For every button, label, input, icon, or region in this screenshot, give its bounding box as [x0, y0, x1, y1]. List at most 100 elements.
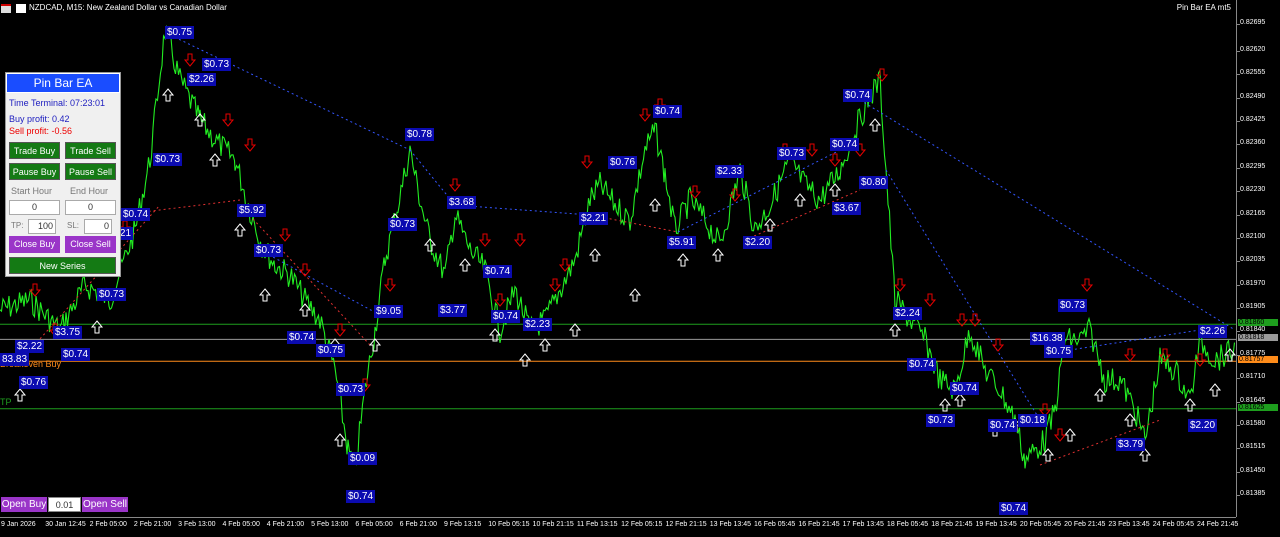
buy-arrow-icon [628, 288, 642, 302]
trade-profit-label: $0.74 [907, 358, 937, 371]
sell-arrow-icon [991, 338, 1005, 352]
buy-arrow-icon [711, 248, 725, 262]
price-tick-label: 0.82555 [1240, 69, 1266, 77]
sell-arrow-icon [183, 53, 197, 67]
trade-profit-label: $3.79 [1116, 438, 1146, 451]
open-sell-button[interactable]: Open Sell [82, 497, 128, 512]
time-tick-label: 17 Feb 13:45 [842, 521, 884, 528]
sell-arrow-icon [333, 323, 347, 337]
time-tick-label: 6 Feb 05:00 [355, 521, 393, 528]
buy-arrow-icon [333, 433, 347, 447]
close-buy-button[interactable]: Close Buy [9, 236, 60, 253]
buy-arrow-icon [1093, 388, 1107, 402]
trade-profit-label: $2.26 [187, 73, 217, 86]
trade-profit-label: $0.73 [388, 218, 418, 231]
trade-profit-label: $0.74 [843, 89, 873, 102]
trade-profit-label: $0.76 [19, 376, 49, 389]
buy-arrow-icon [161, 88, 175, 102]
trade-sell-button[interactable]: Trade Sell [65, 142, 116, 159]
trade-profit-label: $0.74 [61, 348, 91, 361]
end-hour-input[interactable]: 0 [65, 200, 116, 215]
price-series-line [0, 25, 1236, 469]
buy-arrow-icon [233, 223, 247, 237]
trade-profit-label: $0.73 [777, 147, 807, 160]
pause-sell-button[interactable]: Pause Sell [65, 163, 116, 180]
new-series-button[interactable]: New Series [9, 257, 116, 274]
trade-profit-label: $2.33 [715, 165, 745, 178]
ea-control-panel: Pin Bar EA Time Terminal: 07:23:01 Buy p… [5, 72, 121, 277]
price-tick-label: 0.82695 [1240, 19, 1266, 26]
trade-profit-label: $16.38 [1030, 332, 1065, 345]
tp-input[interactable]: 100 [28, 219, 56, 234]
close-sell-button[interactable]: Close Sell [65, 236, 116, 253]
sell-arrow-icon [448, 178, 462, 192]
pause-buy-button[interactable]: Pause Buy [9, 163, 60, 180]
buy-arrow-icon [763, 218, 777, 232]
time-tick-label: 12 Feb 21:15 [665, 521, 707, 528]
price-tick-label: 0.82035 [1240, 256, 1266, 264]
horizontal-line-label: TP [0, 397, 12, 407]
price-tick-label: 0.81840 [1240, 326, 1266, 334]
open-buy-button[interactable]: Open Buy [1, 497, 47, 512]
buy-arrow-icon [793, 193, 807, 207]
sl-label: SL: [67, 221, 80, 230]
buy-arrow-icon [953, 393, 967, 407]
time-tick-label: 20 Feb 21:45 [1064, 521, 1106, 528]
trade-profit-label: $2.23 [523, 318, 553, 331]
buy-profit-text: Buy profit: 0.42 [9, 114, 70, 124]
time-terminal-text: Time Terminal: 07:23:01 [9, 98, 106, 108]
time-tick-label: 2 Feb 21:00 [133, 521, 172, 528]
trade-connection-line [859, 99, 1236, 331]
trade-profit-label: $0.74 [121, 208, 151, 221]
price-tag: 0.81757 [1238, 356, 1278, 364]
price-tick-label: 0.82100 [1240, 232, 1266, 240]
sell-arrow-icon [828, 153, 842, 167]
price-tick-label: 0.82295 [1240, 162, 1266, 170]
sl-input[interactable]: 0 [84, 219, 112, 234]
trade-buy-button[interactable]: Trade Buy [9, 142, 60, 159]
lot-size-input[interactable]: 0.01 [48, 497, 81, 512]
time-tick-label: 10 Feb 21:15 [532, 521, 574, 528]
sell-arrow-icon [1123, 348, 1137, 362]
time-tick-label: 13 Feb 13:45 [709, 521, 751, 528]
trade-profit-label: $0.73 [926, 414, 956, 427]
time-tick-label: 2 Feb 05:00 [89, 521, 127, 528]
start-hour-input[interactable]: 0 [9, 200, 60, 215]
trade-profit-label: $0.73 [1058, 299, 1088, 312]
sell-arrow-icon [221, 113, 235, 127]
sell-arrow-icon [728, 188, 742, 202]
sell-arrow-icon [548, 278, 562, 292]
price-tick-label: 0.81905 [1240, 303, 1266, 311]
trade-connection-line [259, 249, 381, 316]
trade-profit-label: $3.67 [832, 202, 862, 215]
price-axis[interactable]: 0.82695 0.82620 0.82555 0.82490 0.82425 0.823… [1236, 0, 1280, 517]
time-tick-label: 24 Feb 05:45 [1152, 521, 1194, 528]
end-hour-label: End Hour [70, 186, 109, 196]
sell-arrow-icon [513, 233, 527, 247]
time-axis[interactable]: 9 Jan 2026 30 Jan 12:45 2 Feb 05:00 2 Feb 2… [0, 517, 1239, 537]
time-tick-label: 20 Feb 05:45 [1019, 521, 1062, 528]
panel-title[interactable]: Pin Bar EA [6, 73, 120, 93]
buy-arrow-icon [676, 253, 690, 267]
time-tick-label: 10 Feb 05:15 [488, 521, 530, 528]
trade-profit-label: $3.68 [447, 196, 477, 209]
buy-arrow-icon [888, 323, 902, 337]
trade-profit-label: $5.91 [667, 236, 697, 249]
buy-arrow-icon [588, 248, 602, 262]
buy-arrow-icon [13, 388, 27, 402]
price-tick-label: 0.82620 [1240, 45, 1266, 53]
sell-arrow-icon [1080, 278, 1094, 292]
price-chart[interactable] [0, 0, 1236, 517]
buy-arrow-icon [1123, 413, 1137, 427]
buy-arrow-icon [258, 288, 272, 302]
trade-profit-label: $0.74 [988, 419, 1018, 432]
buy-arrow-icon [90, 320, 104, 334]
time-tick-label: 24 Feb 21:45 [1197, 521, 1239, 528]
time-tick-label: 16 Feb 21:45 [798, 521, 840, 528]
sell-arrow-icon [923, 293, 937, 307]
trade-profit-label: $2.24 [893, 307, 923, 320]
price-tick-label: 0.81645 [1240, 396, 1266, 404]
price-tick-label: 0.81385 [1240, 490, 1266, 497]
price-tick-label: 0.81580 [1240, 419, 1266, 427]
time-tick-label: 9 Feb 13:15 [443, 521, 482, 528]
